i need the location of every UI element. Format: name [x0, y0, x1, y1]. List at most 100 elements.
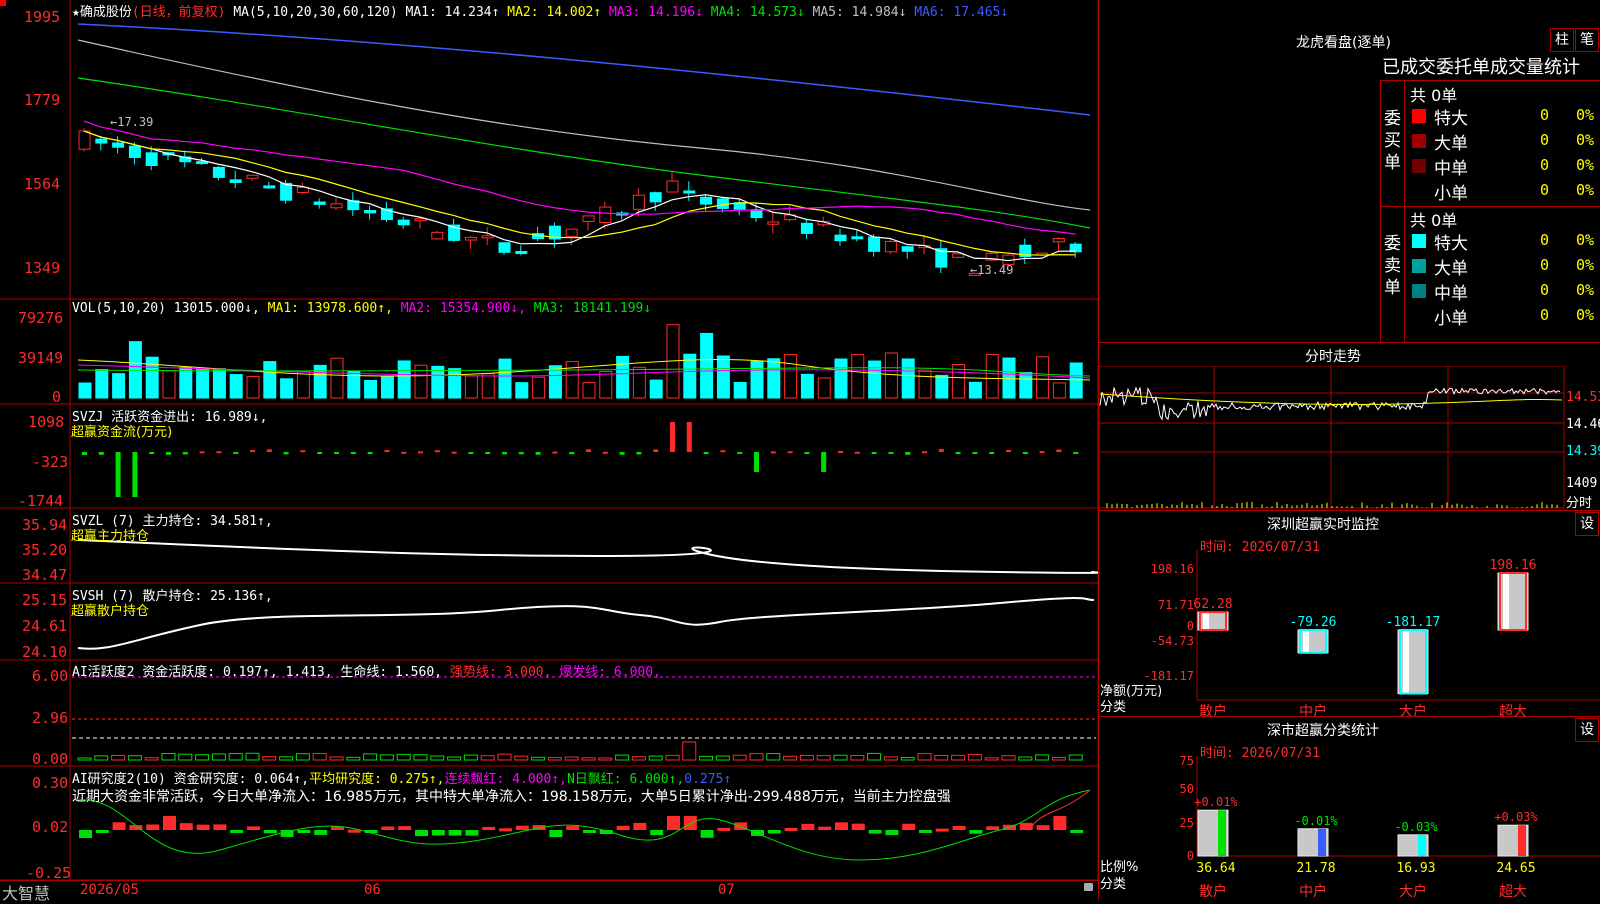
research-bar: [95, 830, 109, 833]
candle-body: [246, 174, 259, 179]
sz-monitor-chart[interactable]: 198.16 71.71 0-54.73 -181.17 62.28 散户 -79.26 中户…: [1098, 550, 1600, 720]
volume-bar: [582, 382, 596, 399]
research-bar: [179, 823, 193, 830]
activity-bar: [682, 741, 697, 761]
research-bar: [784, 827, 798, 831]
monitor-bar-label: 中户: [1299, 703, 1327, 720]
volume-bar: [800, 373, 814, 399]
intraday-tick-2: 14.46: [1566, 417, 1600, 432]
intraday-tick-5: 分时: [1566, 496, 1593, 511]
candle-body: [481, 235, 494, 239]
activity-bar: [178, 753, 193, 761]
vol-ma-value-3: MA3: 18141.199↓: [525, 301, 652, 316]
activity-bar: [648, 755, 663, 761]
volume-bar: [212, 368, 226, 399]
bar-mode-button[interactable]: 柱: [1550, 28, 1574, 52]
main-chart-canvas[interactable]: [0, 0, 1100, 900]
candle-body: [800, 222, 813, 234]
main-holding-line: [77, 539, 1100, 574]
tick-mode-button[interactable]: 笔: [1575, 28, 1599, 52]
candle-body: [145, 152, 158, 167]
volume-bar: [884, 352, 898, 399]
candle-body: [397, 219, 410, 226]
activity-bar: [245, 752, 260, 761]
volume-bar: [548, 365, 562, 399]
stock-name[interactable]: 确成股份: [80, 5, 132, 20]
price-tick-2: 1779: [24, 91, 61, 109]
divider: [1380, 80, 1381, 342]
price-tick-3: 1564: [24, 175, 61, 193]
classify-bar-value: 36.64: [1196, 861, 1235, 876]
money-flow-bar: [854, 451, 860, 454]
intraday-chart[interactable]: [1098, 366, 1600, 510]
activity-bar: [447, 756, 462, 761]
sz-monitor-settings-button[interactable]: 设: [1575, 512, 1599, 536]
activity-bar: [816, 755, 831, 761]
activity-bar: [883, 756, 898, 761]
money-flow-bar: [670, 422, 675, 452]
research-bar: [717, 827, 731, 831]
candle-body: [263, 185, 276, 189]
money-flow-bar: [686, 422, 692, 452]
activity-bar: [480, 755, 495, 761]
sell-row-count: 0: [1540, 281, 1550, 299]
ma-value-5: MA5: 14.984↓: [804, 5, 907, 20]
dragon-tiger-title: 龙虎看盘(逐单): [1296, 35, 1391, 51]
activity-bar: [77, 757, 92, 761]
candle-body: [868, 236, 881, 252]
classify-y-tick: 75: [1180, 756, 1194, 768]
research-bar: [700, 830, 714, 838]
activity-bar: [463, 754, 478, 761]
money-flow-bar: [905, 452, 911, 455]
app-logo: 大智慧: [2, 884, 51, 903]
classify-bar-change: -0.01%: [1294, 814, 1338, 828]
sell-row-pct: 0%: [1576, 256, 1595, 274]
activity-bar: [127, 755, 142, 761]
research-bar: [146, 824, 160, 830]
money-flow-bar: [233, 452, 239, 454]
candle-body: [1052, 238, 1065, 243]
money-flow-bar: [1056, 449, 1062, 452]
ma-value-6: MA6: 17.465↓: [906, 5, 1009, 20]
classify-bar-accent: [1218, 810, 1226, 856]
monitor-bar-1: [1197, 611, 1229, 631]
sz-monitor-axis-label-2: 分类: [1100, 700, 1127, 715]
money-flow-bar: [636, 452, 642, 455]
sz-classify-chart[interactable]: 75 50 25 0 +0.01% 36.64 散户 -0.01% 21.78 中户 -0.03% 1…: [1098, 756, 1600, 900]
buy-row-name: 特大: [1434, 109, 1468, 129]
ma-value-2: MA2: 14.002↑: [499, 5, 602, 20]
lock-icon[interactable]: [1084, 883, 1093, 891]
activity-bar: [94, 755, 109, 761]
buy-row-count: 0: [1540, 181, 1550, 199]
volume-bar: [196, 368, 210, 399]
volume-bar: [364, 379, 378, 399]
volume-bar: [1036, 356, 1050, 399]
ai-activity-header: AI活跃度2 资金活跃度: 0.197↑, 1.413, 生命线: 1.560,…: [72, 665, 661, 680]
research-bar: [499, 828, 512, 832]
svzj-tick-1: 1098: [28, 413, 65, 431]
money-flow-bar: [1022, 452, 1028, 454]
volume-bar: [112, 373, 126, 399]
period-label[interactable]: (日线，前复权): [132, 5, 226, 20]
volume-bar: [700, 332, 714, 399]
svsh-tick-2: 24.61: [22, 617, 68, 635]
volume-bar: [1069, 362, 1083, 399]
classify-y-tick: 50: [1180, 782, 1194, 796]
buy-row-pct: 0%: [1576, 156, 1595, 174]
vol-tick-2: 39149: [18, 349, 64, 367]
volume-bar: [599, 370, 613, 399]
intraday-tick-4: 1409: [1566, 476, 1598, 491]
money-flow-bar: [602, 451, 608, 454]
candle-body: [112, 142, 125, 148]
activity-bar: [900, 757, 915, 761]
activity-bar: [396, 753, 411, 761]
activity-bar: [1051, 756, 1066, 761]
bottom-axis-bar: [0, 880, 1100, 901]
research-bar: [465, 830, 479, 836]
sz-classify-settings-button[interactable]: 设: [1575, 718, 1599, 742]
money-flow-bar: [871, 452, 877, 454]
research-bar: [952, 826, 966, 830]
sell-row-pct: 0%: [1576, 281, 1595, 299]
divider: [1098, 342, 1600, 343]
svsh-tick-3: 24.10: [22, 643, 68, 661]
